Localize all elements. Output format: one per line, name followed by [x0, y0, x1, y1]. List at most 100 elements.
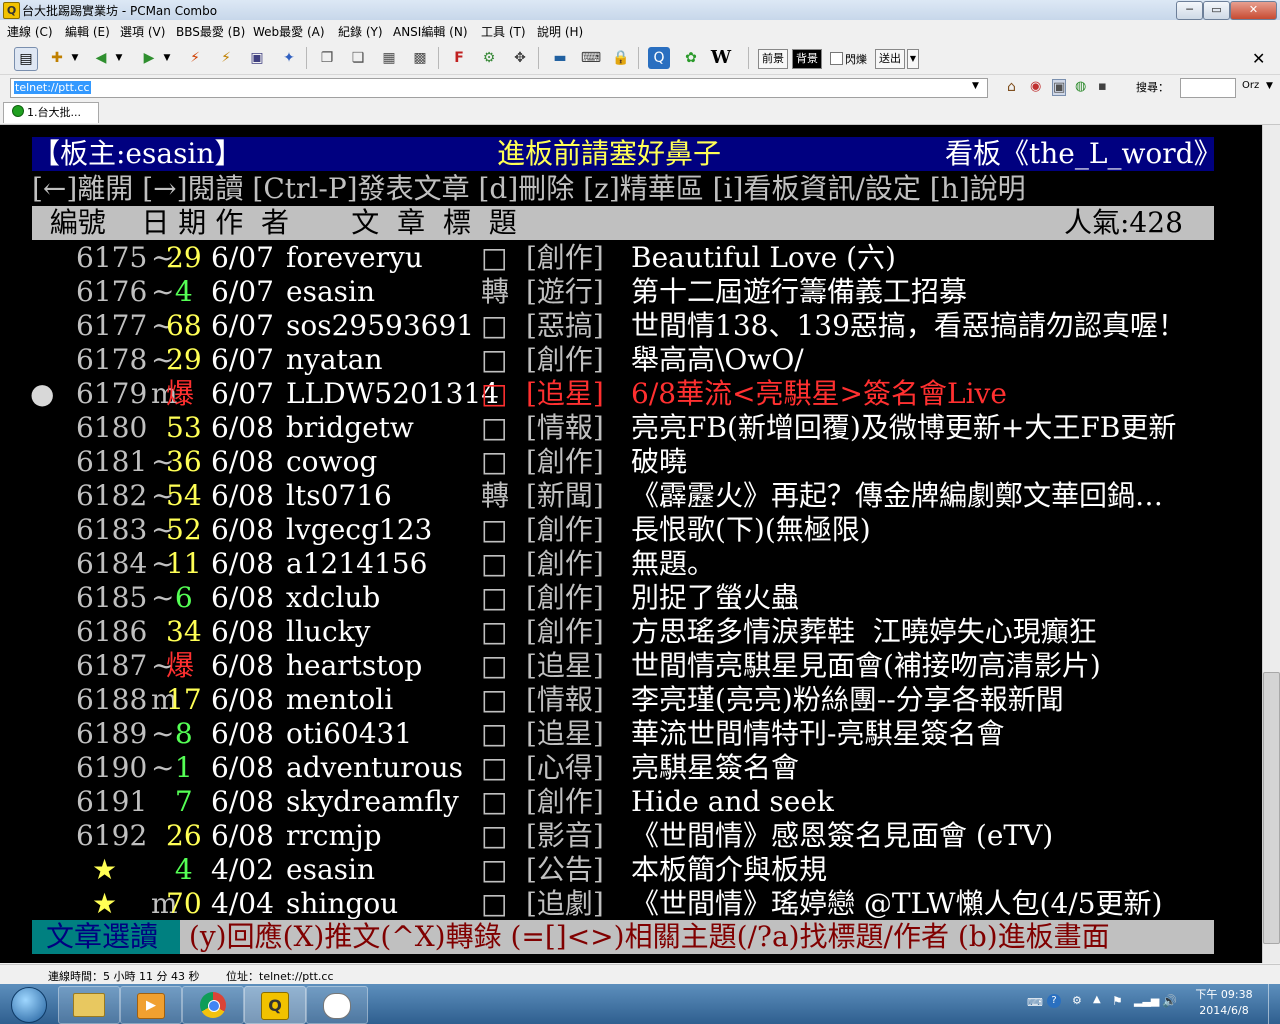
action-center-flag-icon[interactable]: ⚑: [1112, 994, 1123, 1008]
menu-help[interactable]: 說明 (H): [537, 23, 583, 40]
reconnect-icon[interactable]: ⚡: [215, 47, 237, 69]
article-author: esasin: [286, 275, 375, 308]
tab-ptt[interactable]: 1.台大批...: [3, 102, 99, 123]
search-input[interactable]: [1180, 78, 1236, 98]
article-author: llucky: [286, 615, 371, 648]
article-category: [情報]: [526, 683, 604, 716]
article-author: shingou: [286, 887, 399, 920]
menu-bbs-favorites[interactable]: BBS最愛 (B): [176, 23, 245, 40]
show-hidden-icons-icon[interactable]: ▲: [1093, 994, 1101, 1005]
fullscreen-icon[interactable]: ✥: [509, 47, 531, 69]
board-moderator: 【板主:esasin】: [32, 137, 243, 170]
system-clock[interactable]: 下午 09:38 2014/6/8: [1184, 987, 1264, 1019]
minimize-button[interactable]: ─: [1176, 1, 1203, 20]
article-number: 6183: [76, 513, 148, 546]
connection-icon[interactable]: ▣: [1052, 79, 1067, 96]
menu-connect[interactable]: 連線 (C): [7, 23, 53, 40]
volume-icon[interactable]: 🔊: [1162, 994, 1177, 1008]
back-arrow-icon[interactable]: ◀: [90, 47, 112, 69]
menu-ansi-edit[interactable]: ANSI編輯 (N): [393, 23, 468, 40]
search-label: 搜尋：: [1136, 81, 1169, 94]
search-dropdown-icon[interactable]: ▼: [1266, 81, 1273, 91]
forward-arrow-icon[interactable]: ▶: [138, 47, 160, 69]
chevron-down-icon[interactable]: ▼: [162, 47, 172, 69]
article-status: □: [481, 887, 508, 920]
article-title: 別捉了螢火蟲: [631, 581, 800, 614]
article-status: □: [481, 513, 508, 546]
copy-icon[interactable]: ❐: [316, 47, 338, 69]
article-score: 36: [166, 445, 202, 478]
flower-icon[interactable]: ✿: [680, 47, 702, 69]
chevron-down-icon[interactable]: ▼: [114, 47, 124, 69]
address-dropdown-icon[interactable]: ▼: [972, 81, 979, 91]
menu-web-favorites[interactable]: Web最愛 (A): [253, 23, 325, 40]
tab-bar: 1.台大批...: [0, 100, 1280, 125]
article-status: □: [481, 309, 508, 342]
home-icon[interactable]: ⌂: [1007, 79, 1016, 95]
article-number: 6187: [76, 649, 148, 682]
article-status: □: [481, 547, 508, 580]
article-date: 6/08: [211, 445, 274, 478]
add-favorite-icon[interactable]: ✦: [278, 47, 300, 69]
blink-checkbox[interactable]: [830, 52, 843, 65]
font-icon[interactable]: F: [448, 47, 470, 69]
clock-time: 下午 09:38: [1195, 988, 1253, 1001]
article-date: 6/08: [211, 513, 274, 546]
close-tab-icon[interactable]: ▣: [246, 47, 268, 69]
network-icon[interactable]: ▂▃▅: [1134, 994, 1159, 1007]
keyboard-tray-icon[interactable]: ⌨: [1027, 996, 1043, 1009]
pcman-taskbar-icon[interactable]: Q: [244, 986, 306, 1024]
maximize-button[interactable]: ▭: [1203, 1, 1230, 20]
send-dropdown-icon[interactable]: ▼: [907, 49, 919, 69]
window-title: 台大批踢踢實業坊 - PCMan Combo: [22, 4, 218, 18]
chrome-taskbar-icon[interactable]: [182, 986, 244, 1024]
article-author: rrcmjp: [286, 819, 382, 852]
disconnect-icon[interactable]: ⚡: [184, 47, 206, 69]
article-score: 7: [166, 785, 193, 818]
media-player-taskbar-icon[interactable]: ▶: [120, 986, 182, 1024]
start-button[interactable]: [2, 984, 56, 1024]
address-input[interactable]: telnet://ptt.cc: [10, 78, 988, 98]
orz-label: Orz: [1242, 80, 1260, 91]
article-score: 34: [166, 615, 202, 648]
close-toolbar-icon[interactable]: ✕: [1252, 49, 1265, 68]
settings-gear-icon[interactable]: ⚙: [478, 47, 500, 69]
show-desktop-button[interactable]: [1268, 984, 1280, 1024]
help-tray-icon[interactable]: ?: [1047, 994, 1061, 1008]
menu-tools[interactable]: 工具 (T): [481, 23, 526, 40]
foreground-color-button[interactable]: 前景: [758, 49, 788, 69]
paint-taskbar-icon[interactable]: [306, 986, 368, 1024]
query-icon[interactable]: Q: [648, 47, 670, 69]
article-date: 4/02: [211, 853, 274, 886]
window-titlebar[interactable]: Q 台大批踢踢實業坊 - PCMan Combo ─ ▭ ✕: [0, 0, 1280, 21]
menu-view[interactable]: 選項 (V): [120, 23, 165, 40]
screen-icon[interactable]: ▬: [549, 47, 571, 69]
article-date: 6/08: [211, 717, 274, 750]
article-author: LLDW5201314: [286, 377, 500, 410]
article-category: [創作]: [526, 581, 604, 614]
ansi-icon[interactable]: ◉: [1030, 79, 1041, 94]
toolbar-separator: [306, 47, 307, 69]
wikipedia-icon[interactable]: W: [710, 47, 732, 69]
settings-tray-icon[interactable]: ⚙: [1072, 994, 1082, 1007]
background-color-button[interactable]: 背景: [792, 49, 822, 69]
explorer-taskbar-icon[interactable]: [58, 986, 120, 1024]
select-all-icon[interactable]: ▩: [409, 47, 431, 69]
paste-icon[interactable]: ❏: [347, 47, 369, 69]
bbs-terminal[interactable]: 【板主:esasin】 進板前請塞好鼻子 看板《the_L_word》 [←]離…: [0, 125, 1262, 963]
globe-icon[interactable]: ◍: [1075, 79, 1086, 94]
article-category: [情報]: [526, 411, 604, 444]
send-button[interactable]: 送出: [875, 49, 905, 69]
menu-edit[interactable]: 編輯 (E): [65, 23, 110, 40]
scrollbar-thumb[interactable]: [1263, 672, 1280, 944]
article-title: 亮騏星簽名會: [631, 751, 800, 784]
sites-icon[interactable]: ▤: [14, 47, 38, 71]
chevron-down-icon[interactable]: ▼: [70, 47, 80, 69]
new-connection-icon[interactable]: ✚: [46, 47, 68, 69]
menu-history[interactable]: 紀錄 (Y): [338, 23, 383, 40]
copy-paste-icon[interactable]: ▦: [378, 47, 400, 69]
lock-icon[interactable]: 🔒: [610, 47, 632, 69]
close-window-button[interactable]: ✕: [1230, 1, 1277, 20]
minimize-to-tray-icon[interactable]: ▪: [1098, 79, 1107, 94]
keyboard-icon[interactable]: ⌨: [580, 47, 602, 69]
